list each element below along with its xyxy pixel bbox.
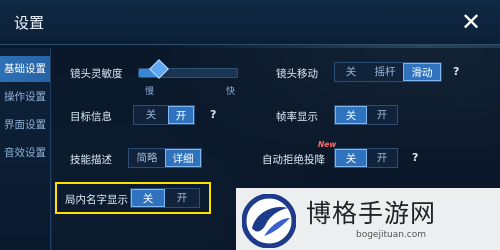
- title-bar: 设置 ✕: [0, 0, 500, 45]
- target-info-help-icon[interactable]: ?: [210, 108, 216, 121]
- fps-display-toggle: 关 开: [334, 105, 398, 125]
- watermark: 博格手游网 bogejituan.com: [236, 188, 500, 250]
- slider-max-label: 快: [226, 87, 236, 97]
- auto-reject-surrender-toggle: 关 开: [334, 148, 398, 168]
- camera-sensitivity-label: 镜头灵敏度: [70, 68, 123, 80]
- watermark-logo-icon: [242, 194, 296, 248]
- camera-move-option-swipe[interactable]: 滑动: [403, 63, 441, 81]
- in-game-name-label: 局内名字显示: [65, 194, 128, 206]
- camera-move-label: 镜头移动: [276, 68, 318, 80]
- in-game-name-option-on[interactable]: 开: [165, 189, 199, 207]
- fps-display-option-off[interactable]: 关: [335, 106, 367, 124]
- fps-display-option-on[interactable]: 开: [367, 106, 397, 124]
- skill-desc-option-detailed[interactable]: 详细: [165, 149, 201, 167]
- camera-move-toggle: 关 摇杆 滑动: [334, 62, 442, 82]
- tab-control-settings[interactable]: 操作设置: [0, 84, 50, 110]
- tab-basic-settings[interactable]: 基础设置: [0, 56, 50, 82]
- target-info-toggle: 关 开: [133, 105, 195, 125]
- tab-interface-settings[interactable]: 界面设置: [0, 112, 50, 138]
- target-info-label: 目标信息: [70, 111, 112, 123]
- in-game-name-option-off[interactable]: 关: [131, 189, 165, 207]
- camera-move-help-icon[interactable]: ?: [453, 65, 459, 78]
- in-game-name-toggle: 关 开: [130, 188, 200, 208]
- slider-min-label: 慢: [145, 87, 155, 97]
- tab-sound-settings[interactable]: 音效设置: [0, 140, 50, 166]
- sidebar: 基础设置 操作设置 界面设置 音效设置: [0, 48, 51, 250]
- target-info-option-on[interactable]: 开: [168, 106, 194, 124]
- page-title: 设置: [14, 14, 45, 32]
- skill-desc-option-brief[interactable]: 简略: [129, 149, 165, 167]
- watermark-text: 博格手游网: [306, 199, 437, 228]
- camera-move-option-off[interactable]: 关: [335, 63, 367, 81]
- watermark-url: bogejituan.com: [356, 230, 427, 240]
- fps-display-label: 帧率显示: [276, 111, 318, 123]
- auto-reject-option-off[interactable]: 关: [335, 149, 367, 167]
- skill-desc-label: 技能描述: [70, 154, 112, 166]
- auto-reject-help-icon[interactable]: ?: [412, 151, 418, 164]
- skill-desc-toggle: 简略 详细: [128, 148, 202, 168]
- target-info-option-off[interactable]: 关: [134, 106, 168, 124]
- auto-reject-option-on[interactable]: 开: [367, 149, 397, 167]
- camera-move-option-joystick[interactable]: 摇杆: [367, 63, 403, 81]
- auto-reject-surrender-label: 自动拒绝投降: [262, 154, 325, 166]
- close-icon[interactable]: ✕: [458, 9, 484, 35]
